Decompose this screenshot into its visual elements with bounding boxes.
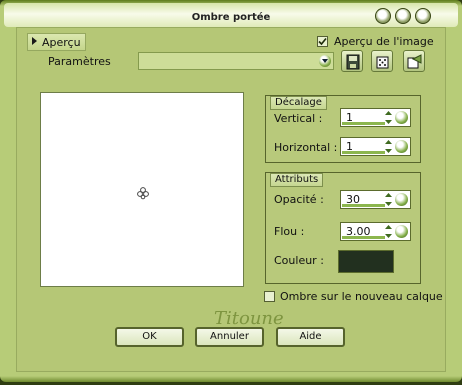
spin-arrows-icon[interactable] [384, 110, 393, 125]
close-button[interactable] [415, 8, 431, 24]
flou-reset-button[interactable] [395, 225, 408, 238]
preview-image-checkbox[interactable] [317, 36, 328, 47]
titoune-watermark: Titoune [214, 308, 284, 329]
vertical-reset-button[interactable] [395, 111, 408, 124]
flou-label: Flou : [274, 225, 305, 238]
chevron-down-icon [322, 59, 328, 63]
vertical-slider[interactable] [342, 122, 385, 125]
attributs-group-title: Attributs [270, 173, 324, 187]
flou-spinbox[interactable]: 3.00 [340, 222, 411, 241]
save-preset-button[interactable] [341, 50, 363, 72]
color-swatch[interactable] [338, 250, 394, 273]
checkmark-icon [318, 37, 327, 46]
new-layer-label: Ombre sur le nouveau calque [280, 290, 443, 303]
opacite-reset-button[interactable] [395, 193, 408, 206]
horizontal-slider[interactable] [342, 151, 385, 154]
spin-arrows-icon[interactable] [384, 224, 393, 239]
vertical-label: Vertical : [274, 112, 323, 125]
maximize-button[interactable] [395, 8, 411, 24]
spin-arrows-icon[interactable] [384, 139, 393, 154]
opacite-slider[interactable] [342, 204, 385, 207]
ok-button[interactable]: OK [115, 327, 184, 347]
spin-arrows-icon[interactable] [384, 192, 393, 207]
combobox-dropdown-button[interactable] [319, 55, 331, 67]
preview-crosshair-icon [137, 187, 149, 200]
horizontal-label: Horizontal : [274, 141, 338, 154]
save-icon [346, 54, 360, 70]
opacite-spinbox[interactable]: 30 [340, 190, 411, 209]
cancel-button[interactable]: Annuler [195, 327, 264, 347]
expand-arrow-icon [32, 37, 37, 45]
help-button[interactable]: Aide [276, 327, 345, 347]
random-preset-button[interactable] [371, 50, 393, 72]
dice-icon [376, 56, 389, 69]
parameters-label: Paramètres [48, 55, 111, 68]
reset-icon [407, 54, 422, 69]
reset-preset-button[interactable] [403, 50, 425, 72]
couleur-label: Couleur : [274, 254, 324, 267]
opacite-label: Opacité : [274, 193, 324, 206]
preview-pane[interactable] [40, 92, 244, 287]
decalage-group-title: Décalage [270, 96, 327, 110]
minimize-button[interactable] [375, 8, 391, 24]
vertical-spinbox[interactable]: 1 [340, 108, 411, 127]
preview-image-label: Aperçu de l'image [334, 35, 434, 48]
presets-combobox[interactable] [138, 52, 334, 70]
horizontal-reset-button[interactable] [395, 140, 408, 153]
flou-slider[interactable] [342, 236, 385, 239]
tab-apercu[interactable]: Aperçu [27, 33, 86, 51]
tab-apercu-label: Aperçu [42, 36, 81, 49]
new-layer-checkbox[interactable] [264, 291, 275, 302]
horizontal-spinbox[interactable]: 1 [340, 137, 411, 156]
